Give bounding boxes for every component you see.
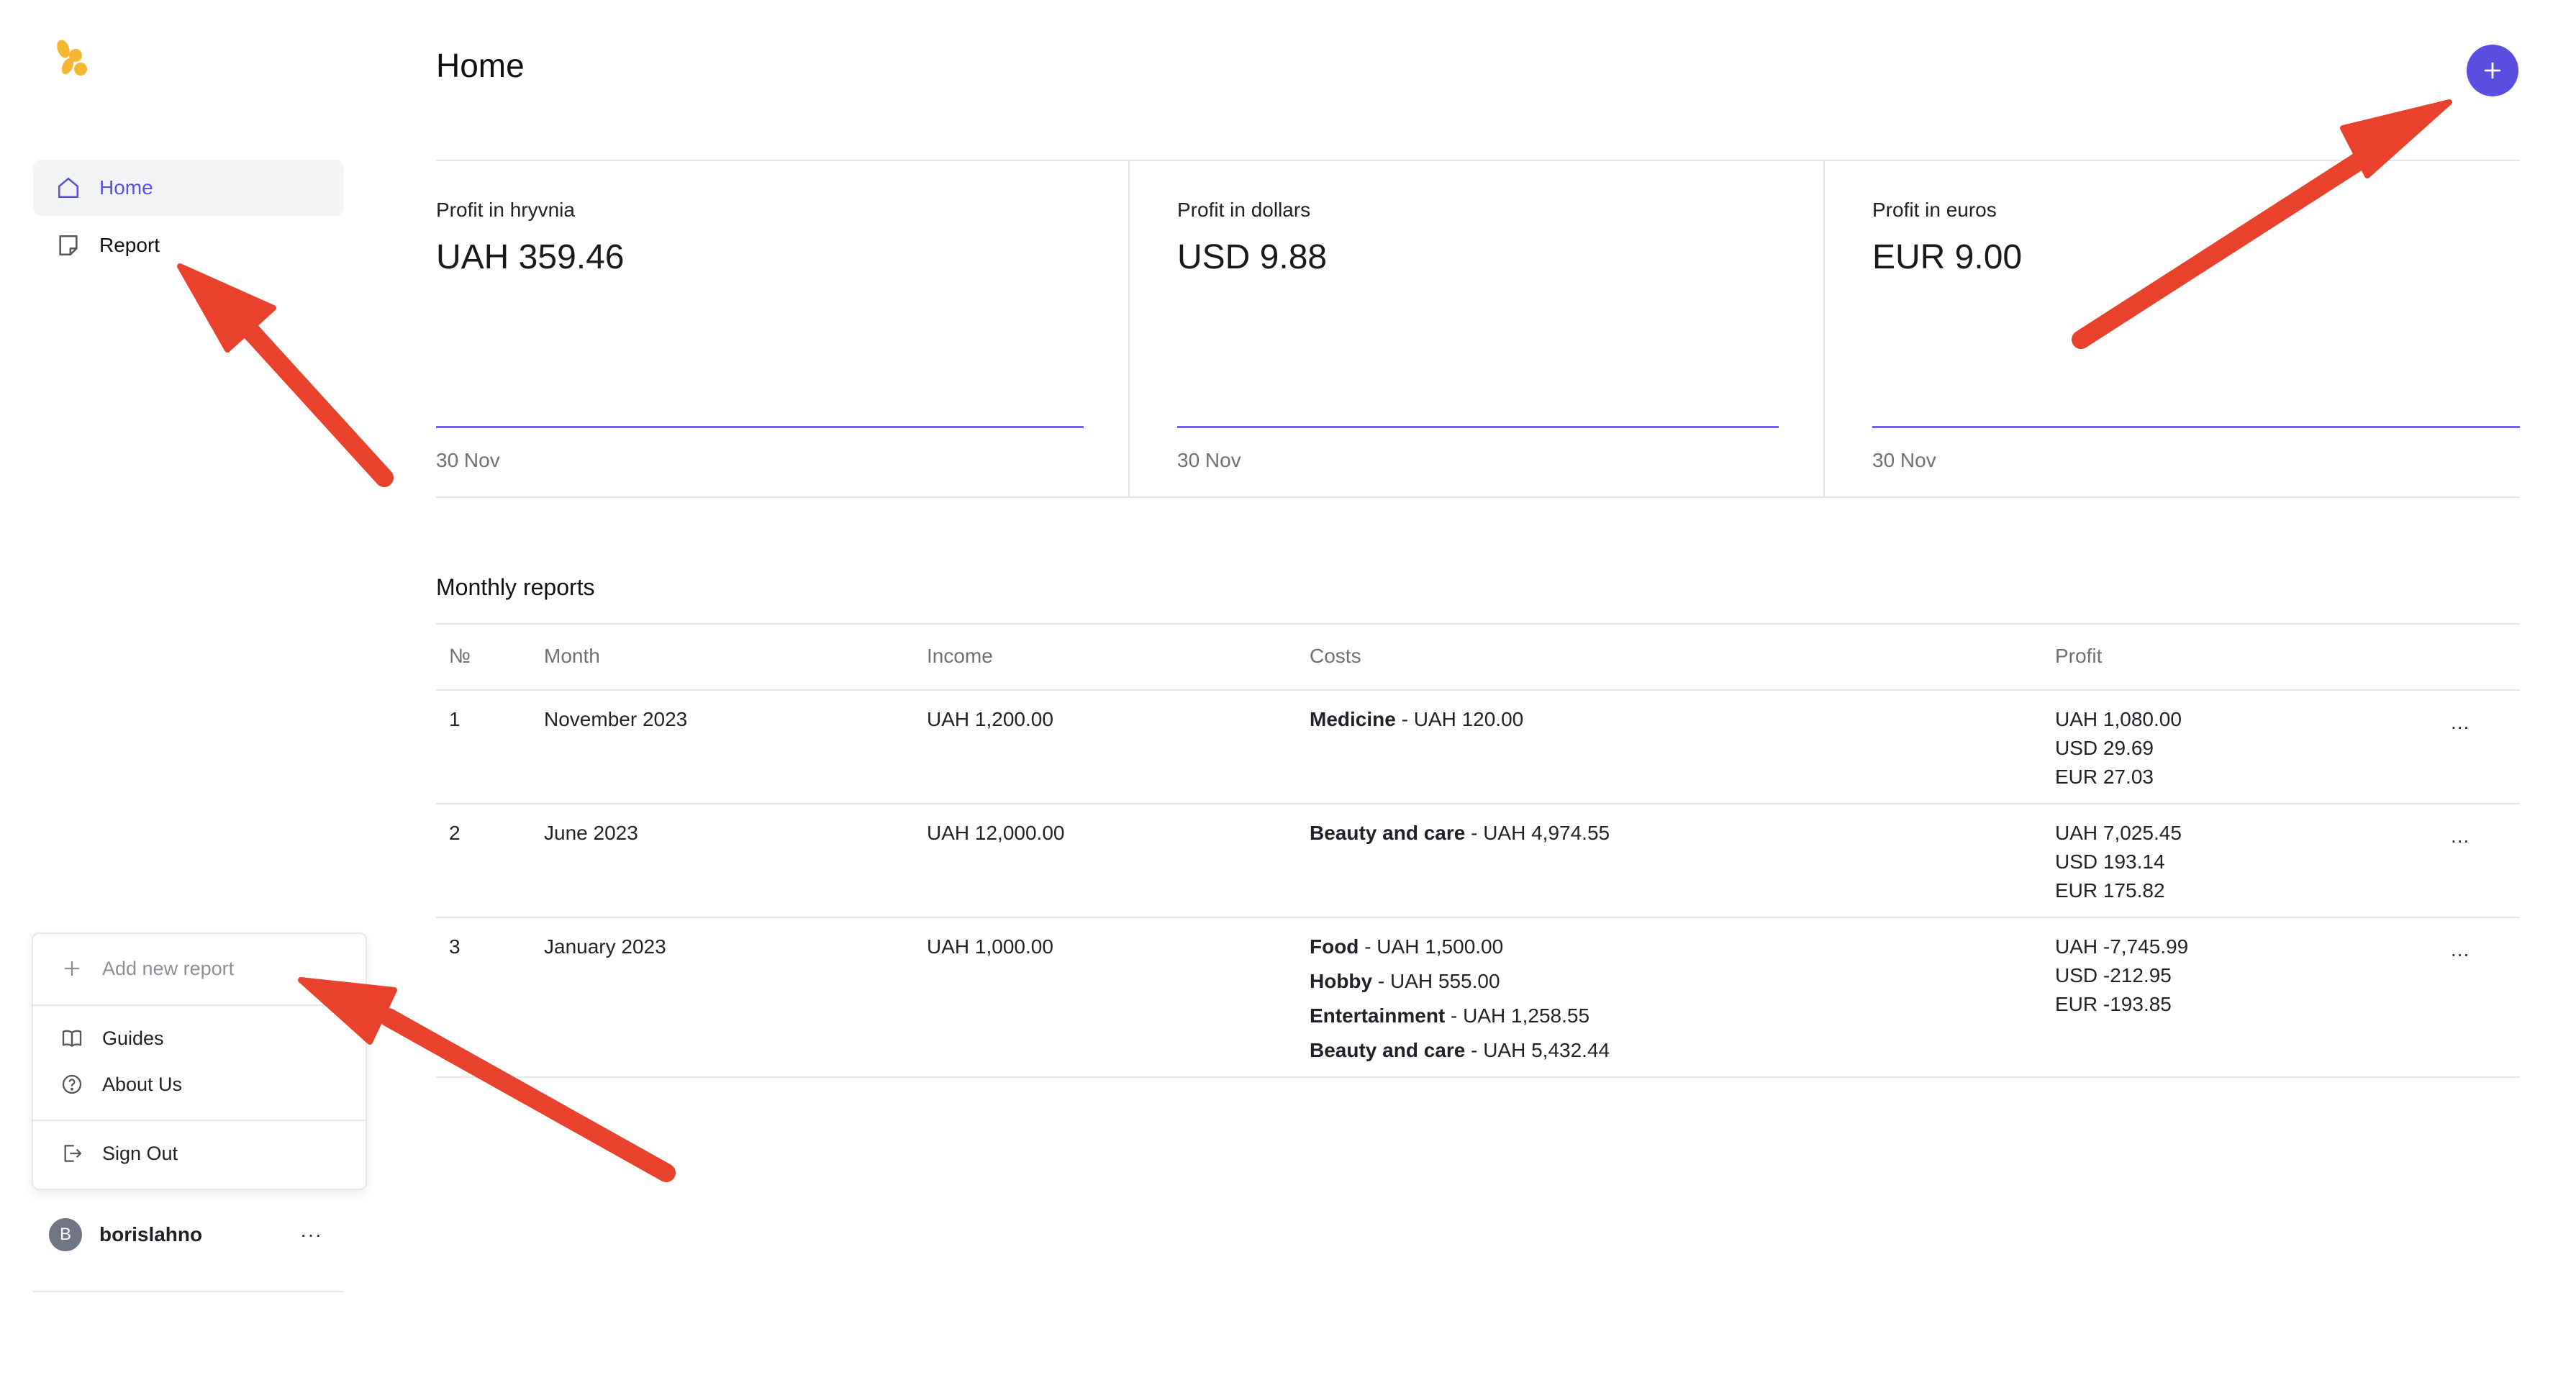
cell-profit-eur: EUR 175.82 xyxy=(2055,879,2165,902)
sparkline-eur xyxy=(1872,426,2520,428)
sidebar-item-label: Home xyxy=(99,176,153,199)
column-header-costs: Costs xyxy=(1310,645,1361,667)
card-date-usd: 30 Nov xyxy=(1177,449,1241,471)
sparkline-usd xyxy=(1177,426,1779,428)
annotation-arrow-report xyxy=(228,307,394,487)
card-value-usd: USD 9.88 xyxy=(1177,238,1328,276)
section-title: Monthly reports xyxy=(436,574,595,600)
avatar: B xyxy=(49,1218,82,1251)
username: borislahno xyxy=(99,1223,203,1245)
annotation-arrow-add-new-report xyxy=(379,1008,676,1182)
card-value-eur: EUR 9.00 xyxy=(1872,238,2023,276)
cell-income: UAH 1,200.00 xyxy=(927,708,1053,730)
column-header-income: Income xyxy=(927,645,993,667)
cell-profit-eur: EUR 27.03 xyxy=(2055,766,2154,788)
divider xyxy=(33,1120,366,1121)
column-header-number: № xyxy=(449,645,471,667)
divider xyxy=(33,1291,344,1292)
cell-profit-eur: EUR -193.85 xyxy=(2055,993,2172,1015)
column-header-profit: Profit xyxy=(2055,645,2103,667)
row-more-button[interactable]: ... xyxy=(2451,938,2470,961)
page-title: Home xyxy=(436,47,525,84)
cell-number: 1 xyxy=(449,708,461,730)
divider xyxy=(436,623,2520,625)
divider xyxy=(436,496,2520,498)
app-logo-icon[interactable] xyxy=(52,37,95,83)
divider xyxy=(436,803,2520,804)
sidebar-item-home[interactable]: Home xyxy=(33,160,344,216)
card-date-eur: 30 Nov xyxy=(1872,449,1936,471)
plus-icon xyxy=(2484,62,2501,79)
card-label-eur: Profit in euros xyxy=(1872,199,1997,221)
sparkline-uah xyxy=(436,426,1084,428)
card-label-uah: Profit in hryvnia xyxy=(436,199,575,221)
user-profile-row[interactable]: B borislahno ··· xyxy=(49,1217,322,1252)
cell-profit-usd: USD 29.69 xyxy=(2055,737,2154,759)
cell-cost-item: Entertainment - UAH 1,258.55 xyxy=(1310,1004,1590,1027)
card-value-uah: UAH 359.46 xyxy=(436,238,625,276)
about-us-item[interactable]: About Us xyxy=(59,1071,182,1097)
annotation-arrowhead-add xyxy=(2340,99,2452,178)
cell-cost-item: Medicine - UAH 120.00 xyxy=(1310,708,1524,730)
plus-icon xyxy=(59,956,85,981)
help-circle-icon xyxy=(59,1071,85,1097)
cell-month: November 2023 xyxy=(544,708,688,730)
sidebar-item-label: Report xyxy=(99,234,160,256)
guides-label: Guides xyxy=(102,1027,164,1049)
sign-out-label: Sign Out xyxy=(102,1142,178,1164)
sign-out-item[interactable]: Sign Out xyxy=(59,1140,178,1166)
report-icon xyxy=(55,232,82,259)
book-icon xyxy=(59,1025,85,1051)
sidebar-item-report[interactable]: Report xyxy=(33,217,344,273)
guides-item[interactable]: Guides xyxy=(59,1025,164,1051)
cell-cost-item: Beauty and care - UAH 4,974.55 xyxy=(1310,822,1610,844)
cell-month: January 2023 xyxy=(544,935,666,958)
add-report-button[interactable] xyxy=(2467,45,2518,96)
row-more-button[interactable]: ... xyxy=(2451,711,2470,734)
sign-out-icon xyxy=(59,1140,85,1166)
cell-income: UAH 12,000.00 xyxy=(927,822,1065,844)
cell-number: 2 xyxy=(449,822,461,844)
card-date-uah: 30 Nov xyxy=(436,449,500,471)
cell-cost-item: Food - UAH 1,500.00 xyxy=(1310,935,1504,958)
divider xyxy=(436,689,2520,691)
cell-month: June 2023 xyxy=(544,822,638,844)
cell-cost-item: Hobby - UAH 555.00 xyxy=(1310,970,1500,992)
divider xyxy=(33,1004,366,1006)
column-header-month: Month xyxy=(544,645,600,667)
add-new-report-item[interactable]: Add new report xyxy=(59,956,234,981)
cell-income: UAH 1,000.00 xyxy=(927,935,1053,958)
cell-profit-uah: UAH 7,025.45 xyxy=(2055,822,2182,844)
account-menu-popup: Add new report Guides About Us Sign Out xyxy=(32,933,367,1190)
row-more-button[interactable]: ... xyxy=(2451,825,2470,848)
home-icon xyxy=(55,174,82,201)
cell-profit-uah: UAH -7,745.99 xyxy=(2055,935,2189,958)
cell-profit-usd: USD 193.14 xyxy=(2055,850,2165,873)
cell-profit-usd: USD -212.95 xyxy=(2055,964,2172,986)
cell-cost-item: Beauty and care - UAH 5,432.44 xyxy=(1310,1039,1610,1061)
divider xyxy=(1128,160,1130,498)
annotation-arrow-add xyxy=(2072,142,2384,349)
divider xyxy=(1823,160,1825,498)
divider xyxy=(436,917,2520,918)
about-us-label: About Us xyxy=(102,1073,183,1095)
user-more-button[interactable]: ··· xyxy=(300,1223,322,1246)
add-new-report-label: Add new report xyxy=(102,957,235,979)
cell-profit-uah: UAH 1,080.00 xyxy=(2055,708,2182,730)
divider xyxy=(436,1076,2520,1078)
divider xyxy=(436,160,2520,161)
cell-number: 3 xyxy=(449,935,461,958)
card-label-usd: Profit in dollars xyxy=(1177,199,1311,221)
annotation-arrowhead-report xyxy=(177,263,276,353)
